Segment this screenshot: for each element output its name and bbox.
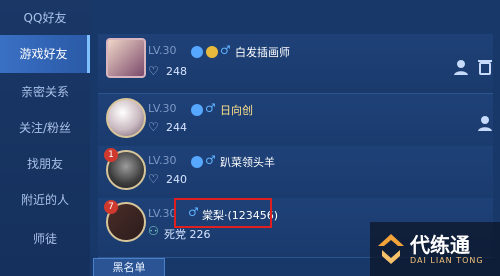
friend-row[interactable]: 1 LV.30 ♂ 趴菜领头羊 ♡ 240 bbox=[98, 146, 493, 206]
level-label: LV.30 bbox=[148, 154, 177, 167]
sidebar: QQ好友 游戏好友 亲密关系 关注/粉丝 找朋友 附近的人 师徒 bbox=[0, 0, 90, 276]
friend-name: 趴菜领头羊 bbox=[220, 156, 275, 169]
trash-icon[interactable] bbox=[476, 58, 494, 76]
rank-icon bbox=[191, 46, 203, 58]
blacklist-button[interactable]: 黑名单 bbox=[93, 258, 165, 276]
intimacy-count: 244 bbox=[166, 121, 187, 134]
sidebar-item-find-friends[interactable]: 找朋友 bbox=[0, 154, 90, 174]
sidebar-item-qq-friends[interactable]: QQ好友 bbox=[0, 8, 90, 28]
friend-name: 日向创 bbox=[220, 104, 253, 117]
medal-icon bbox=[206, 46, 218, 58]
avatar[interactable] bbox=[106, 98, 146, 138]
rank-icon bbox=[191, 156, 203, 168]
sidebar-item-intimate[interactable]: 亲密关系 bbox=[0, 82, 90, 102]
level-label: LV.30 bbox=[148, 207, 177, 220]
sidebar-item-mentor[interactable]: 师徒 bbox=[0, 229, 90, 249]
rank-badge: 1 bbox=[104, 148, 118, 162]
level-label: LV.30 bbox=[148, 44, 177, 57]
watermark-logo-icon bbox=[378, 234, 404, 264]
male-icon: ♂ bbox=[205, 153, 216, 167]
male-icon: ♂ bbox=[205, 101, 216, 115]
male-icon: ♂ bbox=[220, 43, 231, 57]
level-label: LV.30 bbox=[148, 102, 177, 115]
intimacy-count: 死党 226 bbox=[164, 228, 211, 241]
heart-icon: ♡ bbox=[148, 172, 159, 186]
intimacy-count: 248 bbox=[166, 65, 187, 78]
friend-row[interactable]: LV.30 ♂ 日向创 ♡ 244 bbox=[98, 94, 493, 154]
sidebar-item-nearby[interactable]: 附近的人 bbox=[0, 190, 90, 210]
sidebar-item-follow[interactable]: 关注/粉丝 bbox=[0, 118, 90, 138]
watermark-subtitle: DAI LIAN TONG bbox=[410, 256, 484, 265]
friend-name: 白发插画师 bbox=[235, 46, 290, 59]
friend-icon: ⚇ bbox=[148, 224, 159, 238]
sidebar-item-game-friends[interactable]: 游戏好友 bbox=[0, 35, 90, 73]
invite-icon[interactable] bbox=[452, 58, 470, 76]
invite-icon[interactable] bbox=[476, 114, 494, 132]
watermark: 代练通 DAI LIAN TONG bbox=[370, 222, 500, 276]
watermark-title: 代练通 bbox=[410, 233, 470, 257]
heart-icon: ♡ bbox=[148, 120, 159, 134]
highlight-box bbox=[174, 198, 272, 228]
heart-icon: ♡ bbox=[148, 64, 159, 78]
friend-row[interactable]: LV.30 ♂ 白发插画师 ♡ 248 bbox=[98, 34, 493, 94]
intimacy-count: 240 bbox=[166, 173, 187, 186]
avatar[interactable] bbox=[106, 38, 146, 78]
rank-icon bbox=[191, 104, 203, 116]
rank-badge: 7 bbox=[104, 200, 118, 214]
